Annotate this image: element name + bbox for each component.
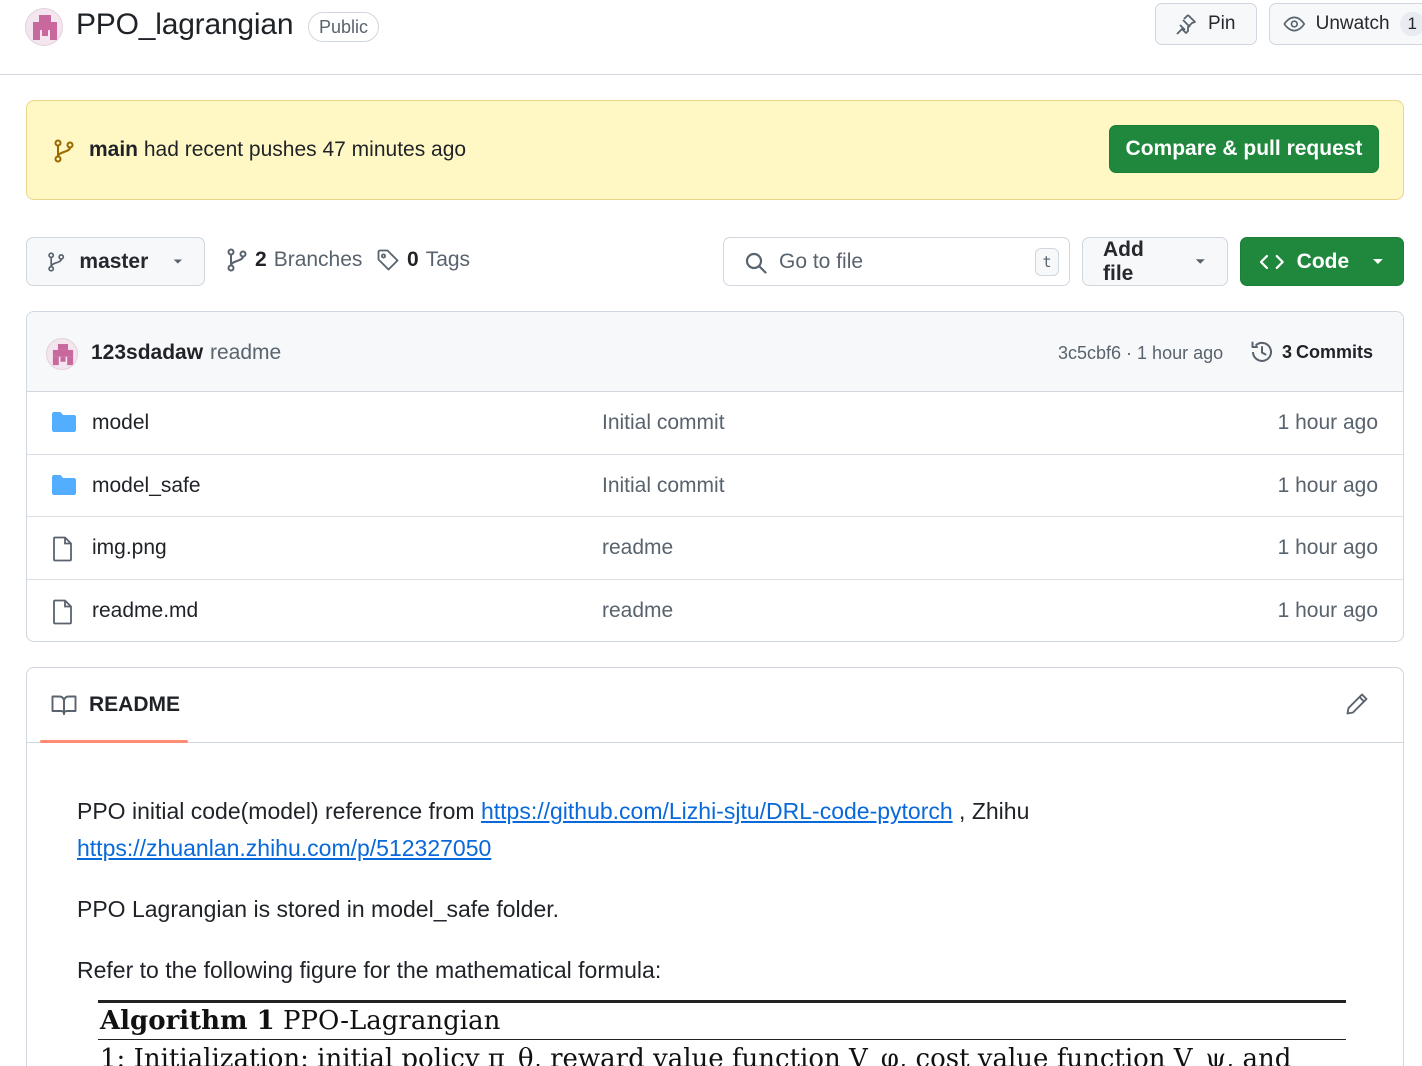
tags-label: Tags (425, 248, 471, 271)
file-commit-time: 1 hour ago (1277, 473, 1378, 497)
readme-paragraph: PPO Lagrangian is stored in model_safe f… (77, 896, 560, 922)
readme-tab-label: README (89, 693, 181, 716)
search-shortcut-key: t (1035, 248, 1059, 276)
add-file-label: Add file (1103, 237, 1144, 285)
readme-paragraph: PPO initial code(model) reference from h… (77, 793, 1347, 867)
recent-push-banner: main had recent pushes 47 minutes ago Co… (26, 100, 1404, 200)
go-to-file-input[interactable] (779, 248, 1019, 276)
file-commit-time: 1 hour ago (1277, 411, 1378, 434)
algorithm-figure: Algorithm 1 PPO-Lagrangian 1: Initializa… (98, 1000, 1346, 1066)
readme-content: PPO initial code(model) reference from h… (77, 793, 1347, 1013)
tags-count: 0 (407, 248, 419, 271)
file-list: model Initial commit 1 hour ago model_sa… (27, 392, 1403, 642)
watch-count: 1 (1399, 12, 1422, 36)
repo-name[interactable]: PPO_lagrangian (76, 8, 294, 42)
readme-header: README (27, 668, 1403, 743)
chevron-down-icon (1196, 258, 1206, 264)
git-branch-icon (48, 251, 65, 272)
branch-name: master (79, 249, 149, 273)
branches-count: 2 (255, 248, 267, 271)
latest-commit-bar: 123sdadaw readme 3c5cbf6 · 1 hour ago 3 … (27, 312, 1403, 392)
owner-avatar[interactable] (25, 8, 63, 46)
pencil-icon[interactable] (1345, 692, 1369, 716)
file-icon (53, 536, 72, 562)
file-commit-message[interactable]: Initial commit (602, 474, 725, 498)
banner-text: main had recent pushes 47 minutes ago (89, 138, 466, 162)
pin-label: Pin (1208, 13, 1236, 34)
git-branch-icon (227, 248, 247, 272)
file-name[interactable]: img.png (92, 536, 167, 560)
algorithm-name: PPO-Lagrangian (282, 1006, 501, 1036)
readme-text: PPO initial code(model) reference from (77, 798, 475, 824)
branches-link[interactable]: 2 Branches (226, 248, 362, 272)
commits-history-link[interactable]: 3 Commits (1249, 339, 1373, 365)
commit-author[interactable]: 123sdadaw (91, 341, 203, 365)
file-name[interactable]: readme.md (92, 599, 198, 623)
reference-link-zhihu[interactable]: https://zhuanlan.zhihu.com/p/512327050 (77, 835, 491, 861)
file-row[interactable]: model_safe Initial commit 1 hour ago (27, 455, 1403, 517)
book-icon (51, 695, 77, 715)
pin-icon (1176, 14, 1196, 35)
chevron-down-icon (1373, 258, 1384, 264)
readme-text: , Zhihu (959, 798, 1030, 824)
algorithm-number: Algorithm 1 (100, 1006, 275, 1036)
commits-count: 3 (1282, 341, 1293, 362)
folder-icon (52, 474, 76, 495)
file-commit-message[interactable]: Initial commit (602, 411, 725, 435)
active-tab-indicator (40, 740, 188, 743)
readme-tab[interactable]: README (51, 693, 180, 717)
file-row[interactable]: model Initial commit 1 hour ago (27, 392, 1403, 455)
repo-header: PPO_lagrangian Public Pin Unwatch 1 (0, 0, 1422, 75)
banner-message: had recent pushes 47 minutes ago (143, 138, 467, 161)
unwatch-button[interactable]: Unwatch 1 (1269, 3, 1422, 45)
commit-message[interactable]: readme (210, 341, 281, 365)
commit-author-avatar[interactable] (46, 338, 78, 370)
file-commit-message[interactable]: readme (602, 599, 673, 623)
banner-branch[interactable]: main (89, 138, 138, 161)
file-browser: 123sdadaw readme 3c5cbf6 · 1 hour ago 3 … (26, 311, 1404, 642)
readme-paragraph: Refer to the following figure for the ma… (77, 957, 662, 983)
code-button[interactable]: Code (1240, 237, 1404, 286)
readme-panel: README PPO initial code(model) reference… (26, 667, 1404, 1066)
branches-label: Branches (273, 248, 363, 271)
branch-select-button[interactable]: master (26, 237, 205, 286)
file-row[interactable]: readme.md readme 1 hour ago (27, 580, 1403, 642)
visibility-badge: Public (308, 12, 380, 42)
tag-icon (377, 249, 399, 271)
file-commit-time: 1 hour ago (1277, 536, 1378, 559)
commit-hash-time[interactable]: 3c5cbf6 · 1 hour ago (1058, 343, 1223, 364)
file-row[interactable]: img.png readme 1 hour ago (27, 517, 1403, 580)
reference-link-github[interactable]: https://github.com/Lizhi-sjtu/DRL-code-p… (481, 798, 953, 824)
go-to-file-search[interactable]: t (723, 237, 1070, 286)
folder-icon (52, 412, 76, 432)
tags-link[interactable]: 0 Tags (376, 248, 470, 272)
git-branch-icon (54, 139, 74, 163)
unwatch-label: Unwatch (1315, 13, 1390, 34)
history-icon (1251, 341, 1272, 362)
algorithm-line: 1: Initialization: initial policy π_θ, r… (100, 1044, 1292, 1066)
search-icon (745, 252, 767, 274)
chevron-down-icon (173, 258, 183, 264)
algorithm-title: Algorithm 1 PPO-Lagrangian (98, 1003, 1346, 1039)
code-label: Code (1296, 249, 1350, 273)
file-name[interactable]: model (92, 411, 149, 435)
add-file-button[interactable]: Add file (1082, 237, 1228, 286)
file-commit-time: 1 hour ago (1277, 598, 1378, 622)
file-name[interactable]: model_safe (92, 474, 201, 498)
code-icon (1259, 254, 1284, 269)
commits-label: Commits (1296, 341, 1374, 362)
file-icon (53, 599, 72, 624)
pin-button[interactable]: Pin (1155, 3, 1257, 45)
file-commit-message[interactable]: readme (602, 536, 673, 560)
eye-icon (1283, 16, 1306, 32)
compare-pull-request-button[interactable]: Compare & pull request (1109, 125, 1379, 173)
